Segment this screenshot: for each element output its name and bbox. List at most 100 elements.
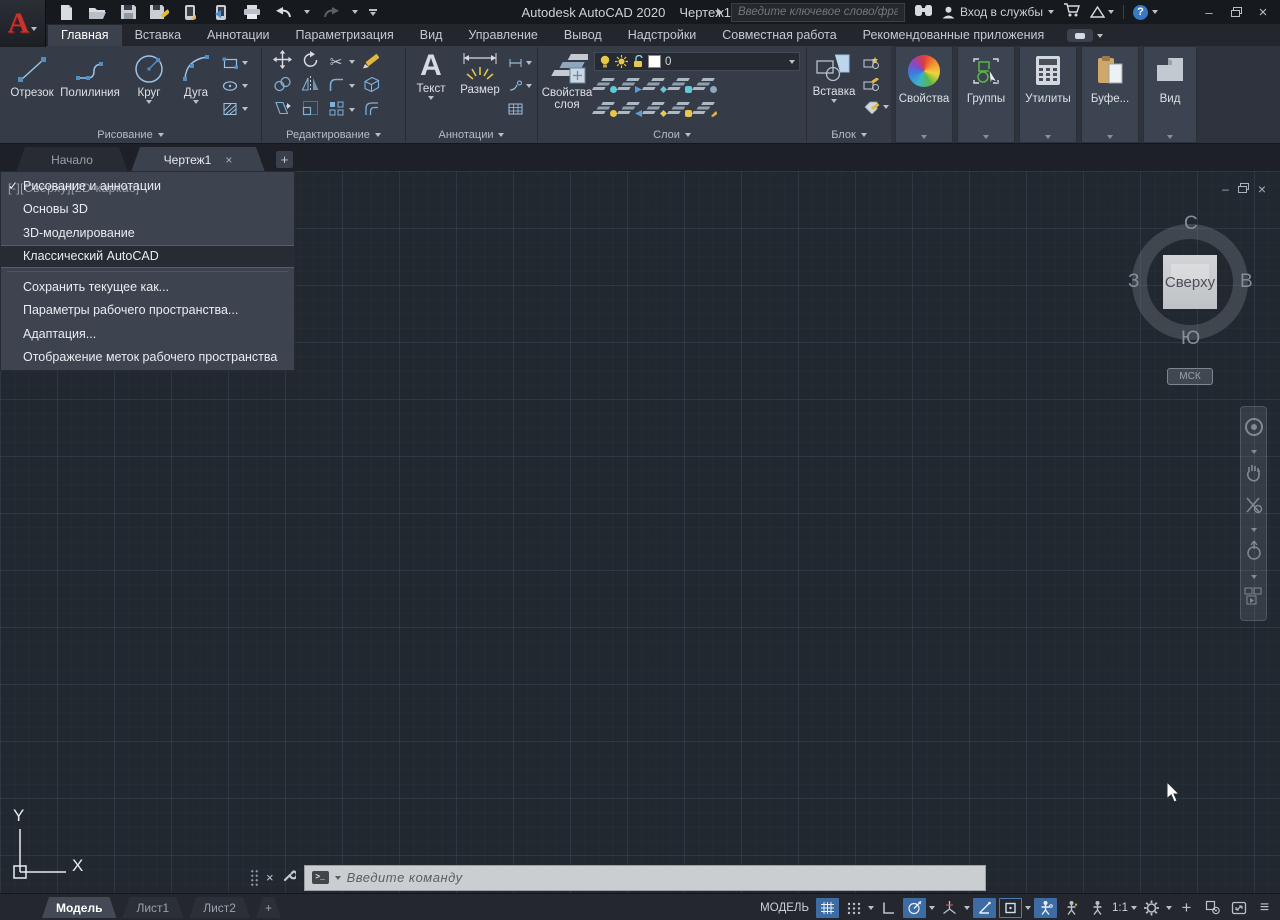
menu-item-workspace-settings[interactable]: Параметры рабочего пространства... [1, 299, 294, 323]
help-button[interactable]: ? [1133, 5, 1158, 20]
drawing-restore-button[interactable] [1238, 182, 1249, 196]
nav-orbit-icon[interactable] [1245, 540, 1263, 567]
layer-unisolate-button[interactable] [623, 102, 642, 117]
edit-attributes-button[interactable] [863, 77, 889, 93]
nav-pan-icon[interactable] [1245, 462, 1263, 487]
menu-item-save-current-as[interactable]: Сохранить текущее как... [1, 275, 294, 299]
annotation-scale-button[interactable] [1086, 898, 1109, 918]
file-tab-start[interactable]: Начало [16, 147, 128, 172]
layer-on-button[interactable] [598, 102, 617, 117]
polar-toggle[interactable] [903, 898, 926, 918]
layout-tab-sheet2[interactable]: Лист2 [189, 897, 250, 918]
layout-tab-sheet1[interactable]: Лист1 [122, 897, 183, 918]
trim-dropdown-icon[interactable] [349, 60, 355, 64]
menu-item-3d-basics[interactable]: Основы 3D [1, 198, 294, 222]
table-button[interactable] [508, 101, 532, 117]
autodesk-apps-icon[interactable] [1090, 6, 1114, 18]
viewcube-south[interactable]: Ю [1181, 328, 1200, 350]
menu-item-display-workspace-labels[interactable]: Отображение меток рабочего пространства [1, 346, 294, 370]
viewcube-face-top[interactable]: Сверху [1163, 255, 1217, 309]
osnap-toggle[interactable] [999, 898, 1022, 918]
define-attribute-button[interactable] [863, 99, 889, 115]
layer-match-button[interactable] [698, 78, 717, 93]
arc-button[interactable]: Дуга [174, 51, 218, 104]
redo-icon[interactable] [321, 3, 341, 21]
nav-zoom-caret-icon[interactable] [1251, 528, 1257, 532]
isodraft-caret-icon[interactable] [964, 906, 970, 910]
isolate-objects-button[interactable] [1201, 898, 1224, 918]
layout-tab-model[interactable]: Модель [42, 897, 116, 918]
plot-mobile-icon[interactable] [180, 3, 200, 21]
nav-showmotion-icon[interactable] [1244, 587, 1264, 610]
command-customize-icon[interactable] [282, 868, 296, 888]
new-file-icon[interactable] [56, 3, 76, 21]
annotation-scale-value[interactable]: 1:1 [1112, 902, 1128, 914]
nav-orbit-caret-icon[interactable] [1251, 575, 1257, 579]
command-recent-caret-icon[interactable] [335, 876, 341, 880]
panel-view[interactable]: Вид [1143, 46, 1197, 143]
scale-button[interactable] [297, 100, 323, 121]
panel-utilities[interactable]: Утилиты [1019, 46, 1077, 143]
file-tab-close-icon[interactable]: × [225, 153, 232, 167]
box-button[interactable] [358, 75, 384, 98]
ellipse-button[interactable] [222, 78, 248, 94]
redo-dropdown-icon[interactable] [352, 10, 358, 14]
workspace-caret-icon[interactable] [1166, 906, 1172, 910]
window-restore-button[interactable] [1227, 5, 1245, 20]
viewcube-east[interactable]: В [1240, 271, 1253, 293]
create-block-button[interactable] [863, 55, 889, 71]
otrack-toggle[interactable] [973, 898, 996, 918]
fillet-dropdown-icon[interactable] [349, 84, 355, 88]
command-drag-handle[interactable] [250, 869, 259, 887]
polyline-button[interactable]: Полилиния [60, 54, 120, 99]
layer-isolate-button[interactable] [623, 78, 642, 93]
osnap-caret-icon[interactable] [1025, 906, 1031, 910]
trim-button[interactable]: ✂ [326, 53, 346, 71]
viewcube-west[interactable]: З [1128, 271, 1139, 293]
erase-button[interactable] [358, 50, 384, 74]
layer-properties-button[interactable]: Свойстваслоя [540, 52, 594, 111]
circle-button[interactable]: Круг [126, 51, 172, 104]
clean-screen-button[interactable] [1227, 898, 1250, 918]
snap-toggle[interactable] [842, 898, 865, 918]
drawing-minimize-button[interactable]: – [1222, 182, 1229, 196]
nav-wheel-icon[interactable] [1244, 417, 1264, 442]
ribbon-tab-addins[interactable]: Надстройки [615, 25, 710, 46]
search-icon[interactable] [914, 3, 933, 22]
viewcube-ucs-button[interactable]: МСК [1167, 368, 1213, 385]
layer-lock-button[interactable] [673, 78, 692, 93]
line-button[interactable]: Отрезок [6, 54, 58, 99]
insert-block-button[interactable]: Вставка [809, 52, 859, 103]
array-button[interactable] [326, 100, 346, 121]
ribbon-tab-featured-apps[interactable]: Рекомендованные приложения [850, 25, 1058, 46]
model-space-badge[interactable]: МОДЕЛЬ [760, 902, 809, 914]
undo-dropdown-icon[interactable] [304, 10, 310, 14]
layer-freeze-button[interactable] [648, 78, 667, 93]
menu-item-classic-autocad[interactable]: Классический AutoCAD [1, 245, 294, 269]
ribbon-tab-view[interactable]: Вид [407, 25, 456, 46]
panel-block-title[interactable]: Блок [807, 129, 891, 141]
mirror-button[interactable] [297, 76, 323, 97]
ribbon-tab-output[interactable]: Вывод [551, 25, 615, 46]
annotation-autoscale-toggle[interactable] [1060, 898, 1083, 918]
menu-item-3d-modeling[interactable]: 3D-моделирование [1, 221, 294, 245]
layer-thaw-button[interactable] [648, 102, 667, 117]
command-input[interactable]: >_ Введите команду [304, 865, 986, 891]
new-drawing-tab-button[interactable]: + [276, 151, 293, 168]
plus-customize-button[interactable]: + [1175, 898, 1198, 918]
window-minimize-button[interactable]: – [1200, 5, 1218, 20]
navigation-bar[interactable] [1240, 406, 1267, 621]
menu-item-drafting-annotation[interactable]: ✓Рисование и аннотации [1, 174, 294, 198]
rectangle-button[interactable] [222, 55, 248, 71]
panel-layers-title[interactable]: Слои [538, 129, 806, 141]
panel-properties[interactable]: Свойства [895, 46, 953, 143]
signin-button[interactable]: Вход в службы [942, 5, 1054, 19]
move-button[interactable] [270, 50, 294, 74]
search-input[interactable] [732, 6, 904, 18]
viewcube-north[interactable]: С [1184, 213, 1198, 235]
rotate-button[interactable] [297, 50, 323, 74]
application-menu-button[interactable]: A [0, 0, 46, 47]
text-button[interactable]: A Текст [410, 50, 452, 100]
menu-item-customize[interactable]: Адаптация... [1, 322, 294, 346]
panel-draw-title[interactable]: Рисование [0, 129, 261, 141]
